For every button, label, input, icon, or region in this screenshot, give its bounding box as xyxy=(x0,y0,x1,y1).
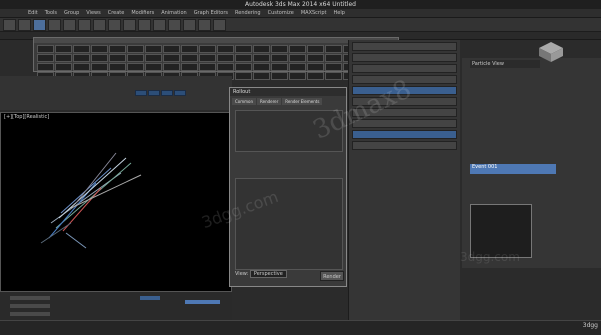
tab-render-elements[interactable]: Render Elements xyxy=(282,98,323,105)
main-toolbar xyxy=(0,18,601,32)
render-button[interactable]: Render xyxy=(320,271,344,281)
menu-views[interactable]: Views xyxy=(86,10,100,16)
viewport-label[interactable]: [+][Top][Realistic] xyxy=(4,114,49,120)
undo-icon[interactable] xyxy=(3,18,16,31)
menu-tools[interactable]: Tools xyxy=(45,10,57,16)
viewport[interactable]: [+][Top][Realistic] xyxy=(0,112,232,292)
param-button[interactable] xyxy=(161,90,173,96)
auto-key-button[interactable] xyxy=(140,296,160,300)
app-title: Autodesk 3ds Max 2014 x64 Untitled xyxy=(245,1,356,8)
rollout-emitter-parameters[interactable] xyxy=(352,64,457,73)
particle-view-panel: Particle View Event 001 xyxy=(462,58,601,268)
dialog-section xyxy=(235,178,343,270)
tab-renderer[interactable]: Renderer xyxy=(257,98,282,105)
select-icon[interactable] xyxy=(33,18,46,31)
tab-common[interactable]: Common xyxy=(232,98,257,105)
redo-icon[interactable] xyxy=(18,18,31,31)
key-controls[interactable] xyxy=(10,312,50,316)
menu-modifiers[interactable]: Modifiers xyxy=(131,10,154,16)
view-select[interactable]: Perspective xyxy=(249,270,287,278)
layer-icon[interactable] xyxy=(153,18,166,31)
rollout-load-save-presets[interactable] xyxy=(352,141,457,150)
render-setup-icon[interactable] xyxy=(198,18,211,31)
parameter-grid-floater[interactable] xyxy=(33,37,399,80)
corner-logo: 3dgg xyxy=(582,322,598,329)
menu-maxscript[interactable]: MAXScript xyxy=(301,10,327,16)
render-icon[interactable] xyxy=(213,18,226,31)
menu-animation[interactable]: Animation xyxy=(161,10,187,16)
rollout-name-and-color[interactable] xyxy=(352,53,457,62)
menu-help[interactable]: Help xyxy=(334,10,345,16)
timeline[interactable] xyxy=(0,292,232,320)
particle-params-strip xyxy=(0,76,232,110)
window-titlebar: Autodesk 3ds Max 2014 x64 Untitled xyxy=(0,0,601,9)
track-bar[interactable] xyxy=(10,304,50,308)
viewcube-icon[interactable] xyxy=(535,40,567,62)
snap-icon[interactable] xyxy=(93,18,106,31)
rollout-object-type[interactable] xyxy=(352,42,457,51)
particle-render xyxy=(40,152,142,249)
param-button[interactable] xyxy=(148,90,160,96)
menu-group[interactable]: Group xyxy=(64,10,79,16)
menu-customize[interactable]: Customize xyxy=(268,10,294,16)
rollout-particle-spawn[interactable] xyxy=(352,130,457,139)
set-key-button[interactable] xyxy=(185,300,220,304)
menu-create[interactable]: Create xyxy=(108,10,125,16)
rotate-icon[interactable] xyxy=(63,18,76,31)
view-label: View: xyxy=(235,271,249,277)
right-panel-header: Particle View xyxy=(470,60,540,68)
align-icon[interactable] xyxy=(138,18,151,31)
scale-icon[interactable] xyxy=(78,18,91,31)
selected-event-row[interactable]: Event 001 xyxy=(470,164,556,174)
menu-edit[interactable]: Edit xyxy=(28,10,38,16)
menu-graph-editors[interactable]: Graph Editors xyxy=(194,10,228,16)
menu-bar: Edit Tools Group Views Create Modifiers … xyxy=(0,9,601,18)
time-slider[interactable] xyxy=(10,296,50,300)
watermark: 3dgg.com xyxy=(460,250,520,264)
status-bar xyxy=(0,320,601,335)
param-button[interactable] xyxy=(174,90,186,96)
angle-snap-icon[interactable] xyxy=(108,18,121,31)
move-icon[interactable] xyxy=(48,18,61,31)
dialog-title: Rollout xyxy=(230,88,346,96)
mirror-icon[interactable] xyxy=(123,18,136,31)
curve-editor-icon[interactable] xyxy=(168,18,181,31)
param-button[interactable] xyxy=(135,90,147,96)
menu-rendering[interactable]: Rendering xyxy=(235,10,261,16)
material-editor-icon[interactable] xyxy=(183,18,196,31)
